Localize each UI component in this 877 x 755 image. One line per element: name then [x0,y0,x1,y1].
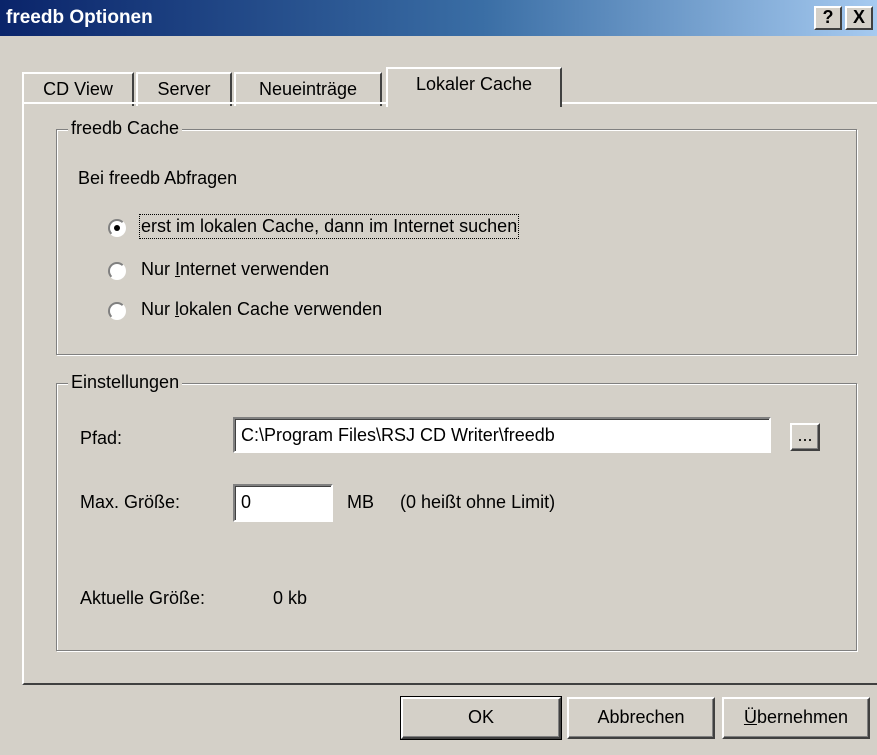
cache-group-legend: freedb Cache [68,118,183,139]
radio-local-only[interactable] [108,302,126,320]
tab-server[interactable]: Server [136,72,232,106]
maxsize-input[interactable]: 0 [233,484,333,522]
cache-prompt: Bei freedb Abfragen [78,168,238,188]
maxsize-hint: (0 heißt ohne Limit) [400,492,556,512]
title-bar: freedb Optionen ? X [0,0,877,36]
radio-internet-only[interactable] [108,262,126,280]
help-button[interactable]: ? [814,6,842,30]
radio-internet-only-label[interactable]: Nur Internet verwenden [141,259,329,280]
radio-cache-then-internet-label[interactable]: erst im lokalen Cache, dann im Internet … [138,214,520,239]
settings-group-legend: Einstellungen [68,372,183,393]
tab-neueintraege[interactable]: Neueinträge [234,72,382,106]
ok-button[interactable]: OK [400,696,562,740]
close-button[interactable]: X [845,6,873,30]
maxsize-label: Max. Größe: [80,492,181,512]
tab-lokaler-cache[interactable]: Lokaler Cache [386,67,562,107]
path-label: Pfad: [80,428,123,448]
tab-cd-view[interactable]: CD View [22,72,134,106]
radio-selected-dot [114,225,120,231]
window-title: freedb Optionen [6,7,153,28]
radio-local-only-label[interactable]: Nur lokalen Cache verwenden [141,299,382,320]
cache-group [56,129,857,355]
radio-cache-then-internet[interactable] [108,219,126,237]
apply-button[interactable]: Übernehmen [722,697,870,739]
browse-button[interactable]: ... [790,423,820,451]
current-size-label: Aktuelle Größe: [80,588,206,608]
cancel-button[interactable]: Abbrechen [567,697,715,739]
current-size-value: 0 kb [273,588,308,608]
maxsize-unit: MB [347,492,374,512]
path-input[interactable]: C:\Program Files\RSJ CD Writer\freedb [233,417,771,453]
